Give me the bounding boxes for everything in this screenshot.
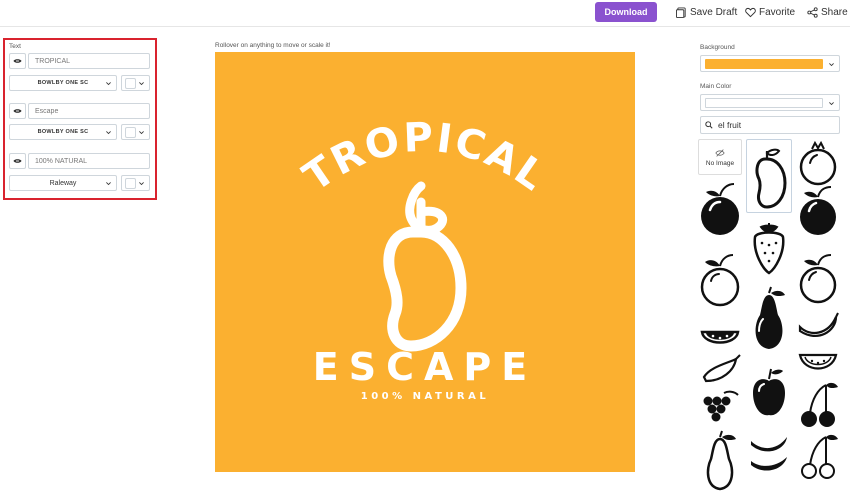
- color-swatch: [125, 78, 136, 89]
- text-line-3-style-row: Raleway: [9, 175, 150, 191]
- color-swatch: [125, 127, 136, 138]
- plum-icon: [701, 183, 739, 235]
- font-select-line-3[interactable]: Raleway: [9, 175, 117, 191]
- color-swatch: [125, 178, 136, 189]
- eye-slash-icon: [715, 148, 725, 157]
- background-label: Background: [700, 44, 735, 51]
- eye-icon: [13, 109, 22, 113]
- font-select-line-3-value: Raleway: [49, 179, 77, 187]
- main-color-select[interactable]: [700, 94, 840, 111]
- cherries-outline-icon: [801, 434, 838, 479]
- top-toolbar: Download Save Draft Favorite Share: [0, 0, 850, 27]
- icon-option-cherries-outline[interactable]: [796, 429, 840, 502]
- text-line-3-row: 100% NATURAL: [9, 153, 150, 169]
- pear-outline-icon: [706, 430, 736, 491]
- text-line-2-row: Escape: [9, 103, 150, 119]
- chevron-down-icon: [829, 63, 834, 67]
- background-color-select[interactable]: [700, 55, 840, 72]
- eye-icon: [13, 59, 22, 63]
- share-label: Share: [821, 6, 848, 18]
- heart-icon: [745, 7, 756, 17]
- chevron-down-icon: [106, 131, 111, 135]
- font-select-line-2-value: BOWLBY ONE SC: [37, 129, 89, 135]
- text-line-1-style-row: BOWLBY ONE SC: [9, 75, 150, 91]
- visibility-toggle-line-3[interactable]: [9, 153, 26, 169]
- background-color-swatch: [705, 59, 823, 69]
- visibility-toggle-line-2[interactable]: [9, 103, 26, 119]
- text-line-1-input[interactable]: TROPICAL: [28, 53, 150, 69]
- chevron-down-icon: [106, 82, 111, 86]
- canvas-hint: Rollover on anything to move or scale it…: [215, 42, 331, 49]
- icon-search-value: el fruit: [718, 120, 742, 130]
- no-image-label: No Image: [705, 159, 735, 167]
- color-picker-line-3[interactable]: [121, 175, 150, 191]
- icon-option-mango-outline[interactable]: [747, 139, 791, 212]
- icon-grid: No Image: [698, 139, 843, 504]
- font-select-line-1[interactable]: BOWLBY ONE SC: [9, 75, 117, 91]
- save-draft-label: Save Draft: [690, 6, 738, 18]
- text-line-2-input[interactable]: Escape: [28, 103, 150, 119]
- search-icon: [705, 121, 713, 129]
- chevron-down-icon: [106, 182, 111, 186]
- chevron-down-icon: [139, 182, 144, 186]
- chevron-down-icon: [139, 82, 144, 86]
- font-select-line-1-value: BOWLBY ONE SC: [37, 80, 89, 86]
- text-line-2-style-row: BOWLBY ONE SC: [9, 124, 150, 140]
- save-draft-button[interactable]: Save Draft: [676, 5, 737, 19]
- font-select-line-2[interactable]: BOWLBY ONE SC: [9, 124, 117, 140]
- icon-option-pear[interactable]: [747, 285, 791, 358]
- icon-option-strawberry[interactable]: [747, 213, 791, 286]
- download-button[interactable]: Download: [595, 2, 657, 22]
- text-line-1-row: TROPICAL: [9, 53, 150, 69]
- strawberry-icon: [753, 223, 785, 275]
- color-picker-line-2[interactable]: [121, 124, 150, 140]
- chevron-down-icon: [829, 102, 834, 106]
- no-image-option[interactable]: No Image: [698, 139, 742, 175]
- share-button[interactable]: Share: [807, 5, 848, 19]
- visibility-toggle-line-1[interactable]: [9, 53, 26, 69]
- design-canvas[interactable]: TROPICAL ESCAPE 100% NATURAL: [215, 52, 635, 472]
- color-picker-line-1[interactable]: [121, 75, 150, 91]
- logo-artwork: TROPICAL ESCAPE 100% NATURAL: [295, 115, 552, 402]
- icon-option-plum[interactable]: [698, 176, 742, 249]
- icon-search-input[interactable]: el fruit: [700, 116, 840, 134]
- icon-option-pear-outline[interactable]: [698, 429, 742, 502]
- eye-icon: [13, 159, 22, 163]
- peach-icon: [800, 186, 836, 235]
- mango-outline-icon: [755, 148, 787, 209]
- subtitle-text[interactable]: ESCAPE: [313, 345, 537, 389]
- icon-option-peach[interactable]: [796, 179, 840, 252]
- main-color-swatch: [705, 98, 823, 108]
- icon-option-banana[interactable]: [747, 421, 791, 494]
- mango-outline-icon[interactable]: [383, 181, 467, 352]
- pear-icon: [755, 286, 785, 349]
- banana-icon: [751, 437, 787, 471]
- text-line-3-input[interactable]: 100% NATURAL: [28, 153, 150, 169]
- tagline-text[interactable]: 100% NATURAL: [361, 391, 489, 402]
- favorite-label: Favorite: [759, 6, 796, 18]
- favorite-button[interactable]: Favorite: [745, 5, 795, 19]
- save-draft-icon: [676, 6, 686, 18]
- chevron-down-icon: [139, 131, 144, 135]
- main-color-label: Main Color: [700, 83, 732, 90]
- share-icon: [807, 6, 818, 18]
